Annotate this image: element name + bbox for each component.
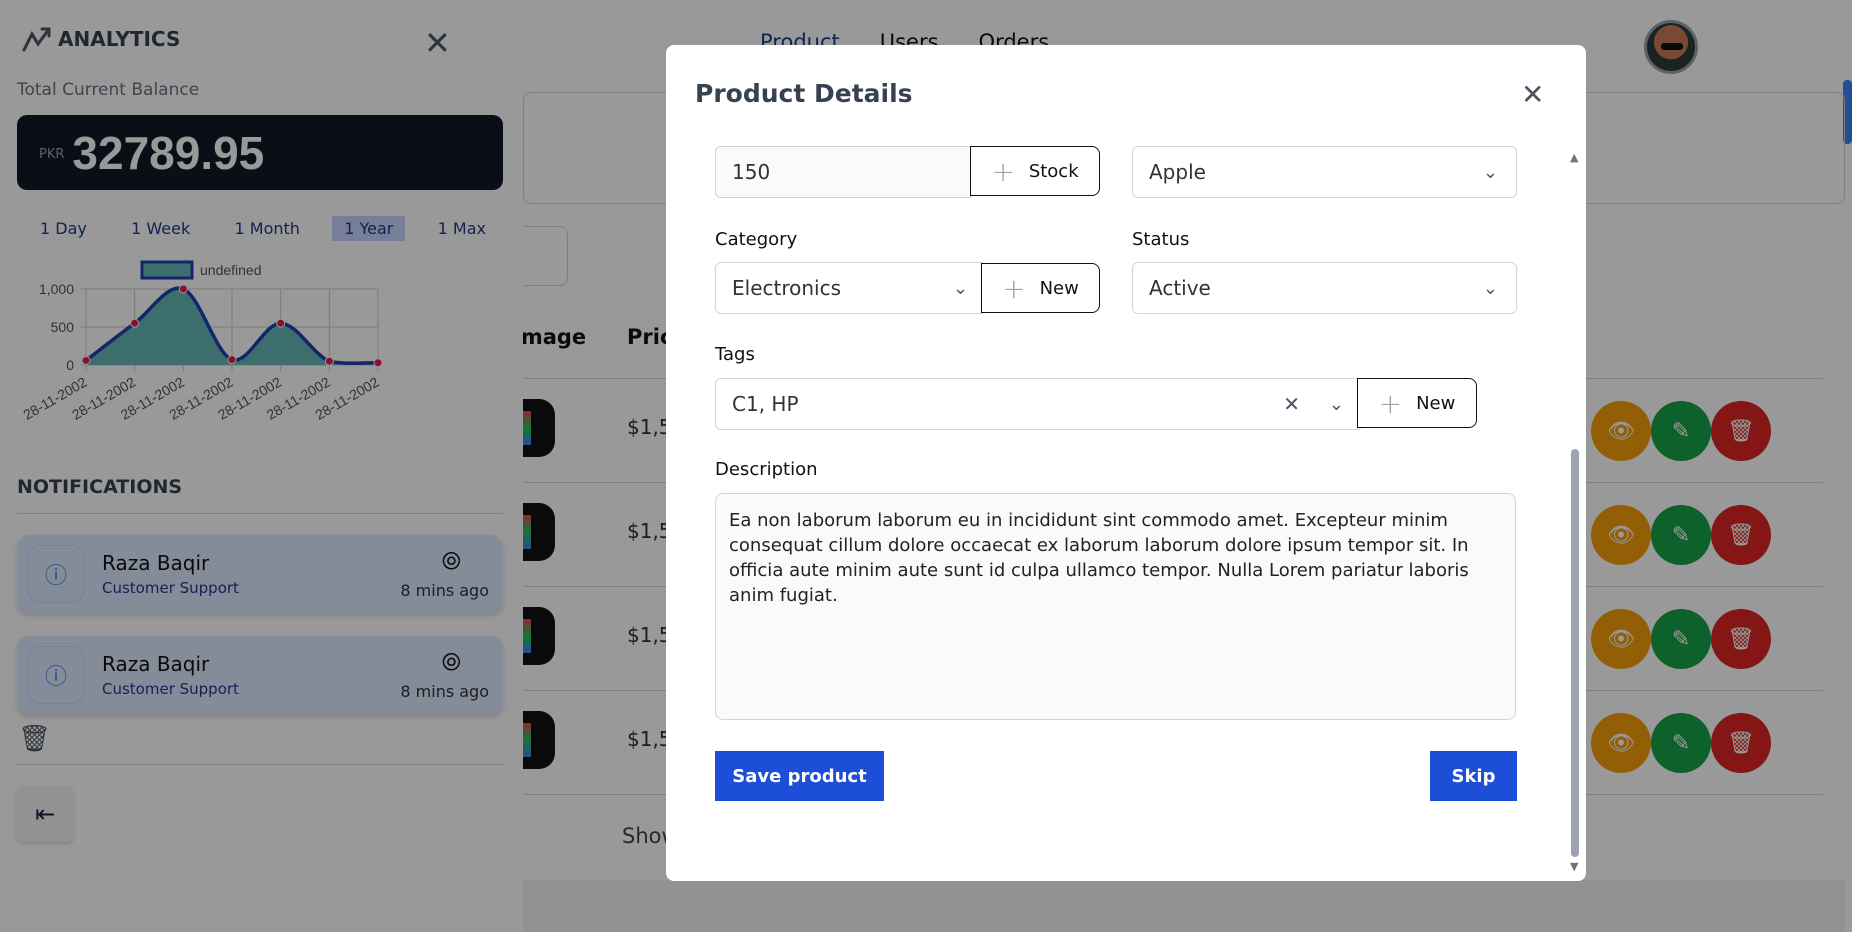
add-stock-button[interactable]: + Stock xyxy=(970,146,1100,196)
description-label: Description xyxy=(715,459,818,480)
modal-title: Product Details xyxy=(695,79,913,108)
brand-select[interactable]: Apple ⌄ xyxy=(1132,146,1517,198)
close-icon[interactable]: ✕ xyxy=(1521,78,1544,111)
plus-icon: + xyxy=(1002,271,1026,305)
status-value: Active xyxy=(1149,276,1211,300)
scroll-down-icon[interactable]: ▼ xyxy=(1570,860,1578,873)
stock-input[interactable]: 150 xyxy=(715,146,975,198)
chevron-down-icon: ⌄ xyxy=(952,277,968,299)
new-category-label: New xyxy=(1039,277,1079,299)
category-value: Electronics xyxy=(732,276,842,300)
status-select[interactable]: Active ⌄ xyxy=(1132,262,1517,314)
stock-button-label: Stock xyxy=(1028,160,1079,182)
chevron-down-icon: ⌄ xyxy=(1482,161,1498,183)
save-product-button[interactable]: Save product xyxy=(715,751,884,801)
stock-value: 150 xyxy=(732,160,771,184)
modal-scrollbar[interactable]: ▲ ▼ xyxy=(1569,151,1581,873)
chevron-down-icon: ⌄ xyxy=(1482,277,1498,299)
chevron-down-icon: ⌄ xyxy=(1328,393,1344,415)
tags-label: Tags xyxy=(715,344,755,365)
clear-tags-icon[interactable]: ✕ xyxy=(1283,392,1300,416)
scroll-up-icon[interactable]: ▲ xyxy=(1570,151,1578,164)
scroll-thumb[interactable] xyxy=(1571,449,1579,857)
app-page: Product Users Orders Image Price $1,50 👁… xyxy=(0,0,1852,932)
brand-value: Apple xyxy=(1149,160,1206,184)
plus-icon: + xyxy=(1378,386,1403,420)
tags-value: C1, HP xyxy=(732,392,799,416)
new-tag-button[interactable]: + New xyxy=(1357,378,1477,428)
description-textarea[interactable]: Ea non laborum laborum eu in incididunt … xyxy=(715,493,1516,720)
tags-select[interactable]: C1, HP ✕ ⌄ xyxy=(715,378,1363,430)
plus-icon: + xyxy=(991,154,1015,188)
skip-button[interactable]: Skip xyxy=(1430,751,1517,801)
category-label: Category xyxy=(715,229,798,250)
product-details-modal: Product Details ✕ 150 + Stock Apple ⌄ Cate… xyxy=(666,45,1586,881)
category-select[interactable]: Electronics ⌄ xyxy=(715,262,987,314)
new-category-button[interactable]: + New xyxy=(981,263,1100,313)
status-label: Status xyxy=(1132,229,1190,250)
new-tag-label: New xyxy=(1416,392,1456,414)
